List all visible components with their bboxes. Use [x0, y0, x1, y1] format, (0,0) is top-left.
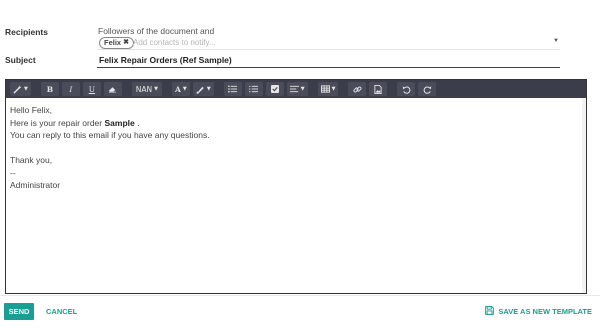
send-button[interactable]: SEND: [4, 303, 34, 320]
order-line-suffix: .: [134, 117, 140, 128]
recipients-label: Recipients: [5, 27, 48, 37]
editor-toolbar: ▼ B I U NAN ▼ A ▼ ▼ ▼ ▼: [6, 80, 586, 98]
order-line-prefix: Here is your repair order: [10, 117, 105, 128]
dropdown-caret-icon[interactable]: ▼: [553, 38, 559, 44]
table-icon: [320, 85, 330, 93]
undo-icon: [402, 85, 411, 94]
order-reference: Sample: [104, 117, 135, 128]
numbered-list-icon: [249, 85, 259, 93]
font-color-button[interactable]: A ▼: [171, 82, 190, 96]
email-body-content[interactable]: Hello Felix, Here is your repair order S…: [10, 104, 210, 192]
footer-divider: [0, 295, 600, 296]
eraser-button[interactable]: [103, 82, 122, 96]
closing-line: Thank you,: [10, 155, 53, 165]
paragraph-align-button[interactable]: ▼: [286, 82, 308, 96]
save-icon: [485, 306, 495, 317]
reply-line: You can reply to this email if you have …: [10, 130, 210, 140]
signature-name: Administrator: [10, 180, 61, 190]
bold-button[interactable]: B: [40, 82, 59, 96]
caret-icon: ▼: [154, 86, 158, 92]
email-body-editor[interactable]: ▼ B I U NAN ▼ A ▼ ▼ ▼ ▼ Hello Felix, Her…: [5, 79, 587, 294]
contacts-input[interactable]: Add contacts to notify...: [133, 38, 216, 47]
link-icon: [353, 85, 362, 94]
subject-input[interactable]: Felix Repair Orders (Ref Sample): [97, 52, 560, 68]
recipient-tag[interactable]: Felix ✖: [99, 37, 134, 49]
redo-button[interactable]: [418, 82, 437, 96]
style-button[interactable]: ▼: [10, 82, 31, 96]
bullet-list-icon: [228, 85, 238, 93]
magic-wand-icon: [13, 84, 22, 94]
table-button[interactable]: ▼: [317, 82, 339, 96]
followers-text: Followers of the document and: [98, 26, 215, 36]
order-line: Here is your repair order Sample .: [10, 117, 210, 130]
numbered-list-button[interactable]: [244, 82, 263, 96]
save-as-template-label: SAVE AS NEW TEMPLATE: [498, 307, 592, 316]
editor-scrollbar[interactable]: [582, 98, 586, 293]
save-as-template-button[interactable]: SAVE AS NEW TEMPLATE: [485, 306, 592, 317]
image-button[interactable]: [369, 82, 388, 96]
font-color-icon: A: [175, 84, 181, 94]
brush-icon: [196, 85, 205, 94]
caret-icon: ▼: [206, 86, 211, 92]
link-button[interactable]: [348, 82, 367, 96]
checklist-button[interactable]: [265, 82, 284, 96]
recipient-tag-label: Felix: [104, 38, 122, 47]
image-file-icon: [374, 84, 383, 94]
align-left-icon: [289, 85, 299, 93]
remove-tag-icon[interactable]: ✖: [123, 38, 129, 48]
font-size-dropdown[interactable]: NAN ▼: [131, 82, 162, 96]
eraser-icon: [108, 85, 117, 93]
italic-button[interactable]: I: [61, 82, 80, 96]
bullet-list-button[interactable]: [223, 82, 242, 96]
font-size-value: NAN: [135, 84, 153, 94]
caret-icon: ▼: [300, 86, 305, 92]
subject-label: Subject: [5, 55, 36, 65]
signature-separator: --: [10, 167, 16, 178]
cancel-button[interactable]: CANCEL: [46, 307, 77, 316]
redo-icon: [423, 85, 432, 94]
undo-button[interactable]: [397, 82, 416, 96]
caret-icon: ▼: [182, 86, 187, 92]
caret-icon: ▼: [331, 86, 336, 92]
greeting-line: Hello Felix,: [10, 105, 53, 115]
checkbox-icon: [270, 85, 279, 93]
subject-value: Felix Repair Orders (Ref Sample): [99, 55, 232, 65]
recipients-field[interactable]: Felix ✖ Add contacts to notify... ▼: [97, 36, 560, 50]
underline-button[interactable]: U: [82, 82, 101, 96]
caret-icon: ▼: [24, 86, 28, 92]
highlight-button[interactable]: ▼: [192, 82, 214, 96]
